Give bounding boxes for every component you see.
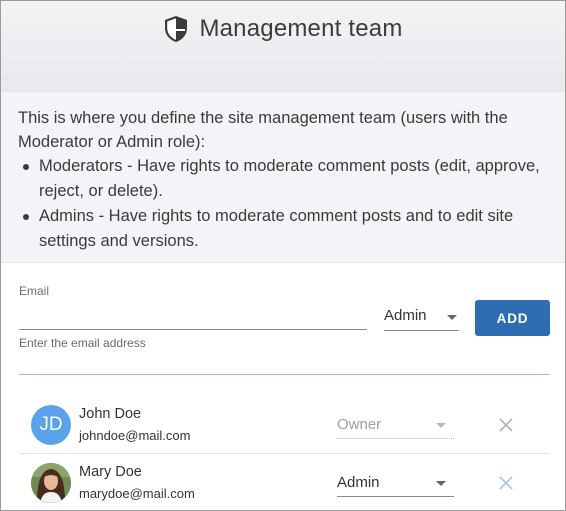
user-role-select: Owner: [337, 411, 454, 439]
user-role-select[interactable]: Admin: [337, 469, 454, 497]
avatar: JD: [31, 405, 71, 445]
email-helper-text: Enter the email address: [19, 336, 146, 350]
remove-user-button[interactable]: [496, 473, 516, 493]
user-role-value: Admin: [337, 474, 380, 491]
header-title-group: Management team: [1, 15, 565, 43]
header: Management team: [1, 1, 565, 92]
role-list-item-admins: Admins - Have rights to moderate comment…: [18, 204, 548, 253]
chevron-down-icon: [436, 423, 446, 428]
close-icon: [499, 476, 513, 490]
management-team-panel: Management team This is where you define…: [0, 0, 566, 511]
add-button[interactable]: ADD: [475, 300, 550, 336]
user-name: Mary Doe: [79, 464, 142, 480]
user-row: Mary Doe marydoe@mail.com Admin: [19, 459, 550, 510]
user-photo: [31, 463, 71, 503]
user-role-value: Owner: [337, 416, 382, 433]
chevron-down-icon: [436, 481, 446, 486]
page-title: Management team: [199, 15, 403, 42]
user-row: JD John Doe johndoe@mail.com Owner: [19, 401, 550, 454]
chevron-down-icon: [447, 315, 457, 320]
remove-user-button[interactable]: [496, 415, 516, 435]
user-name: John Doe: [79, 406, 142, 422]
avatar: [31, 463, 71, 503]
user-email: marydoe@mail.com: [79, 486, 195, 501]
description-intro: This is where you define the site manage…: [18, 109, 508, 151]
shield-icon: [165, 16, 188, 42]
description-box: This is where you define the site manage…: [1, 92, 565, 263]
role-select[interactable]: Admin: [384, 303, 459, 331]
divider: [19, 374, 550, 375]
close-icon: [499, 418, 513, 432]
avatar-initials: JD: [39, 414, 63, 435]
role-select-value: Admin: [384, 307, 427, 324]
user-email: johndoe@mail.com: [79, 428, 191, 443]
email-input[interactable]: [19, 303, 367, 330]
role-list-item-moderators: Moderators - Have rights to moderate com…: [18, 154, 548, 203]
role-list: Moderators - Have rights to moderate com…: [18, 154, 548, 254]
email-label: Email: [19, 284, 50, 298]
